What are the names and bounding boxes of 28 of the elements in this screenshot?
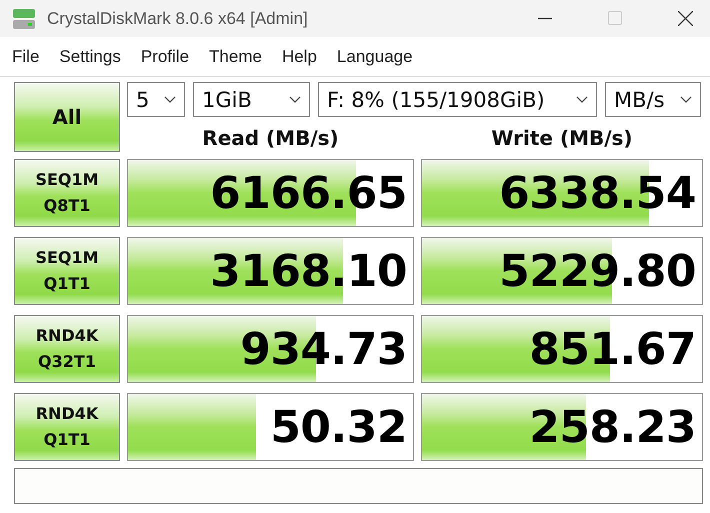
result-value: 934.73 bbox=[240, 324, 408, 374]
all-button[interactable]: All bbox=[14, 82, 120, 152]
test-button[interactable]: SEQ1M Q1T1 bbox=[14, 237, 120, 305]
chevron-icon bbox=[164, 96, 176, 103]
dropdown[interactable]: 5 bbox=[127, 82, 185, 117]
test-button[interactable]: RND4K Q1T1 bbox=[14, 393, 120, 461]
menu-item[interactable]: Profile bbox=[130, 46, 200, 66]
disk-icon bbox=[12, 6, 36, 30]
column-header: Write (MB/s) bbox=[490, 126, 634, 150]
chevron-icon bbox=[289, 96, 301, 103]
window-title: CrystalDiskMark 8.0.6 x64 [Admin] bbox=[47, 8, 309, 28]
close-icon[interactable] bbox=[678, 11, 693, 26]
menu-item[interactable]: Language bbox=[326, 46, 423, 66]
column-header: Read (MB/s) bbox=[201, 126, 340, 150]
menu-item[interactable]: File bbox=[2, 46, 50, 66]
dropdown[interactable]: F: 8% (155/1908GiB) bbox=[318, 82, 597, 117]
dropdown[interactable]: MB/s bbox=[605, 82, 701, 117]
result-value: 258.23 bbox=[529, 402, 697, 452]
menu-item[interactable]: Settings bbox=[49, 46, 131, 66]
test-button[interactable]: SEQ1M Q8T1 bbox=[14, 159, 120, 227]
menu-item[interactable]: Theme bbox=[199, 46, 272, 66]
result-value: 851.67 bbox=[529, 324, 697, 374]
result-value: 50.32 bbox=[270, 402, 408, 452]
test-button[interactable]: RND4K Q32T1 bbox=[14, 315, 120, 383]
menu-item[interactable]: Help bbox=[272, 46, 327, 66]
chevron-icon bbox=[576, 96, 588, 103]
dropdown[interactable]: 1GiB bbox=[193, 82, 310, 117]
chevron-icon bbox=[680, 96, 692, 103]
